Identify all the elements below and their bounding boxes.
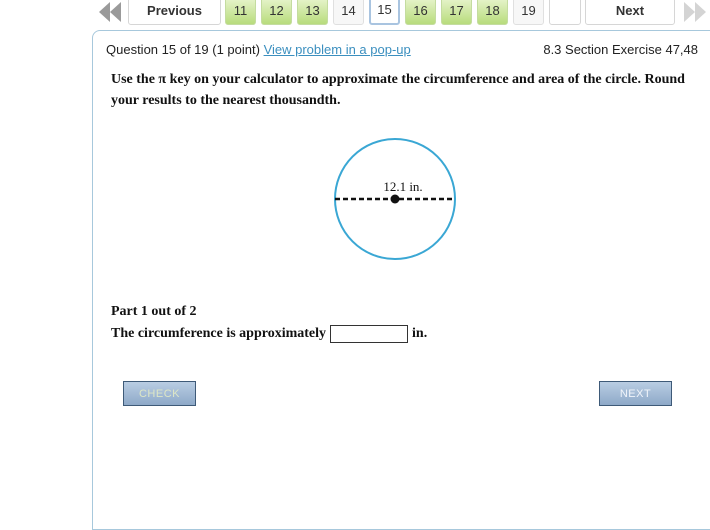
next-button[interactable]: NEXT [599, 381, 672, 406]
question-17-button[interactable]: 17 [441, 0, 472, 25]
next-question-button[interactable]: Next [585, 0, 675, 25]
answer-prompt: The circumference is approximately [111, 326, 327, 341]
question-navigation: Previous 11 12 13 14 15 16 17 18 19 Next [0, 0, 710, 28]
question-19-button[interactable]: 19 [513, 0, 544, 25]
question-18-button[interactable]: 18 [477, 0, 508, 25]
circumference-input[interactable] [330, 325, 409, 343]
question-15-button[interactable]: 15 [369, 0, 400, 25]
popup-link[interactable]: View problem in a pop-up [264, 42, 411, 57]
center-point [390, 194, 400, 204]
first-question-button[interactable] [96, 0, 124, 26]
diameter-label: 12.1 in. [383, 179, 422, 194]
question-16-button[interactable]: 16 [405, 0, 436, 25]
part-indicator: Part 1 out of 2 [111, 304, 197, 319]
circle-figure: 12.1 in. [330, 135, 460, 270]
circle-diagram: 12.1 in. [334, 138, 456, 260]
double-chevron-right-icon [684, 2, 706, 22]
question-14-button[interactable]: 14 [333, 0, 364, 25]
question-number: Question 15 of 19 (1 point) [106, 42, 260, 57]
question-13-button[interactable]: 13 [297, 0, 328, 25]
answer-row: The circumference is approximately in. [111, 325, 427, 343]
empty-nav-slot [549, 0, 581, 25]
question-header: Question 15 of 19 (1 point) View problem… [106, 42, 411, 57]
question-instruction: Use the π key on your calculator to appr… [111, 72, 685, 108]
question-11-button[interactable]: 11 [225, 0, 256, 25]
section-label: 8.3 Section Exercise 47,48 [543, 42, 698, 57]
check-button[interactable]: CHECK [123, 381, 196, 406]
unit-label: in. [412, 326, 428, 341]
previous-button[interactable]: Previous [128, 0, 221, 25]
double-chevron-left-icon [99, 2, 121, 22]
last-question-button[interactable] [680, 0, 710, 26]
question-12-button[interactable]: 12 [261, 0, 292, 25]
